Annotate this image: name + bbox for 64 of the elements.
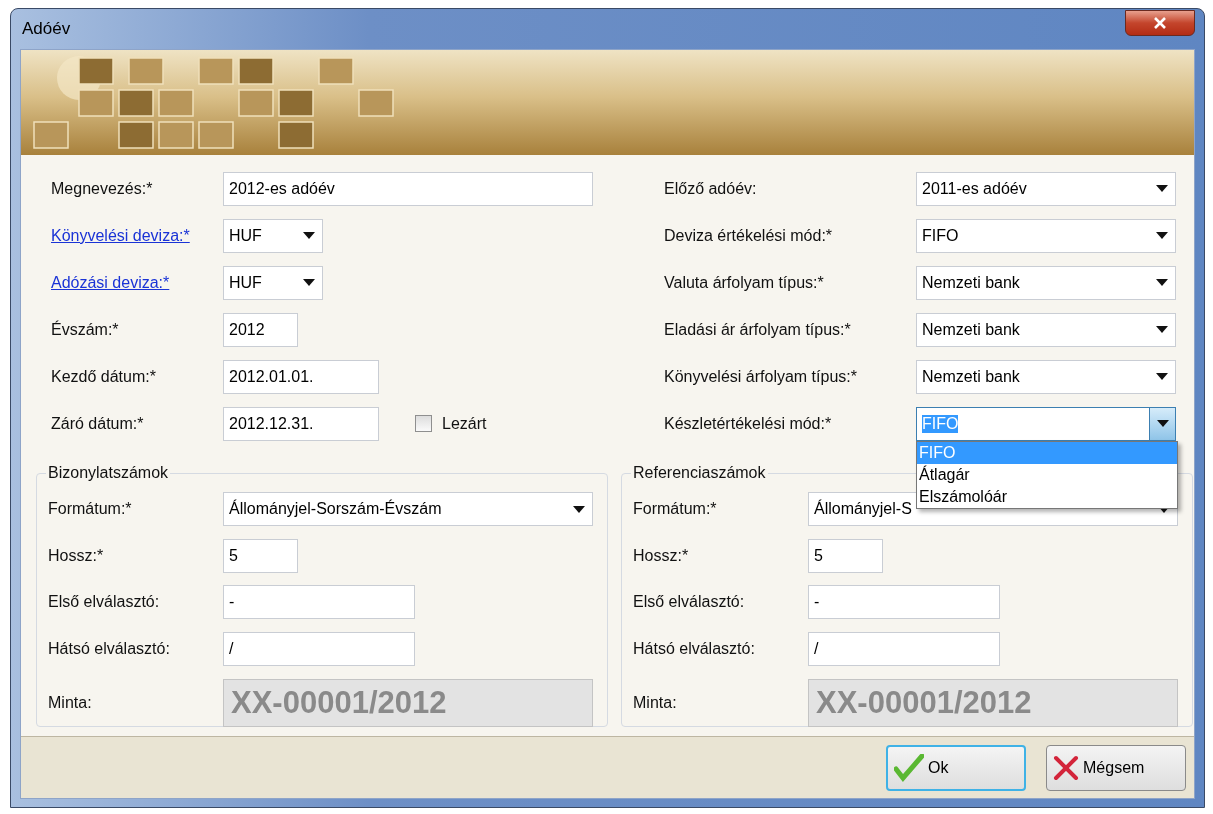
dropdown[interactable]: 2011-es adóév (916, 171, 1176, 206)
dropdown-option[interactable]: Elszámolóár (917, 485, 1177, 508)
field-label-link[interactable]: Könyvelési deviza:* (51, 226, 223, 245)
field-label: Eladási ár árfolyam típus:* (664, 320, 852, 339)
caret-icon (1156, 279, 1168, 286)
dropdown-option[interactable]: Átlagár (917, 463, 1177, 486)
input-field[interactable]: 2012.12.31. (223, 406, 379, 441)
field-label: Hátsó elválasztó: (633, 639, 756, 658)
caret-icon (1156, 373, 1168, 380)
checkbox-label: Lezárt (442, 414, 487, 433)
field-label: Záró dátum:* (51, 414, 145, 433)
input-field[interactable]: 2012-es adóév (223, 171, 593, 206)
input-field[interactable]: 5 (808, 538, 883, 573)
checkmark-icon (894, 753, 924, 782)
input-field[interactable]: / (808, 631, 1000, 666)
cross-icon (1053, 754, 1079, 781)
field-label: Valuta árfolyam típus:* (664, 273, 825, 292)
input-field[interactable]: 5 (223, 538, 298, 573)
input-field[interactable]: / (223, 631, 415, 666)
dropdown[interactable]: Nemzeti bank (916, 265, 1176, 300)
input-field[interactable]: 2012.01.01. (223, 359, 379, 394)
field-label-link[interactable]: Adózási deviza:* (51, 273, 223, 292)
caret-icon (1156, 232, 1168, 239)
close-icon (1153, 17, 1167, 29)
field-label: Minta: (48, 694, 93, 713)
field-label: Könyvelési árfolyam típus:* (664, 367, 858, 386)
caret-icon (1156, 185, 1168, 192)
field-label: Előző adóév: (664, 179, 758, 198)
caret-icon (1156, 326, 1168, 333)
checkbox[interactable] (415, 415, 432, 432)
field-label: Hátsó elválasztó: (48, 639, 171, 658)
group-title: Referenciaszámok (632, 464, 767, 482)
cancel-button[interactable]: Mégsem (1046, 744, 1186, 791)
field-label: Készletértékelési mód:* (664, 414, 833, 433)
sample-field: XX-00001/2012 (223, 679, 593, 728)
field-label: Megnevezés:* (51, 179, 154, 198)
sample-field: XX-00001/2012 (808, 679, 1178, 728)
field-label: Deviza értékelési mód:* (664, 226, 834, 245)
input-field[interactable]: - (223, 585, 415, 620)
dropdown[interactable]: Állományjel-Sorszám-Évszám (223, 492, 593, 527)
field-label: Formátum:* (48, 500, 133, 519)
caret-icon (303, 279, 315, 286)
dropdown[interactable]: Nemzeti bank (916, 312, 1176, 347)
field-label: Hossz:* (48, 546, 105, 565)
field-label: Első elválasztó: (48, 593, 161, 612)
field-label: Kezdő dátum:* (51, 367, 157, 386)
group-title: Bizonylatszámok (47, 464, 170, 482)
caret-icon (303, 232, 315, 239)
input-field[interactable]: - (808, 585, 1000, 620)
field-label: Minta: (633, 694, 678, 713)
dropdown[interactable]: Nemzeti bank (916, 359, 1176, 394)
field-label: Hossz:* (633, 546, 690, 565)
dropdown[interactable]: HUF (223, 218, 323, 253)
close-button[interactable] (1125, 10, 1195, 36)
window-title: Adóév (21, 19, 71, 39)
dropdown[interactable]: FIFO (916, 218, 1176, 253)
field-label: Évszám:* (51, 320, 120, 339)
caret-icon (1156, 420, 1169, 427)
field-label: Első elválasztó: (633, 593, 746, 612)
caret-icon (573, 505, 585, 513)
dropdown[interactable]: HUF (223, 265, 323, 300)
ok-button[interactable]: Ok (886, 744, 1026, 791)
field-label: Formátum:* (633, 500, 718, 519)
input-field[interactable]: 2012 (223, 312, 298, 347)
